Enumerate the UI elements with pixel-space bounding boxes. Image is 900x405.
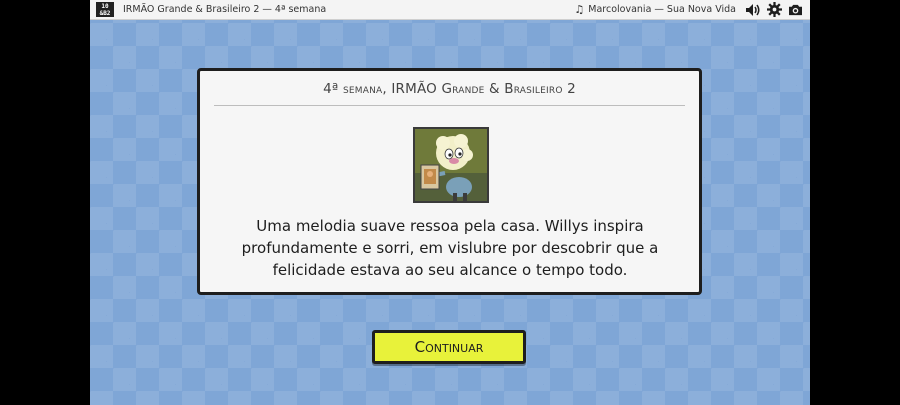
now-playing: ♫ Marcolovania — Sua Nova Vida — [574, 3, 736, 16]
now-playing-title: Marcolovania — Sua Nova Vida — [588, 4, 736, 15]
character-portrait — [413, 127, 489, 203]
divider — [214, 105, 685, 106]
window-title: IRMÃO Grande & Brasileiro 2 — 4ª semana — [123, 4, 327, 15]
game-stage: 10 &B2 IRMÃO Grande & Brasileiro 2 — 4ª … — [90, 0, 810, 405]
volume-icon[interactable] — [744, 1, 762, 19]
dialog-title: 4ª semana, IRMÃO Grande & Brasileiro 2 — [323, 81, 576, 97]
gear-icon[interactable] — [765, 1, 783, 19]
top-bar: 10 &B2 IRMÃO Grande & Brasileiro 2 — 4ª … — [90, 0, 810, 20]
camera-icon[interactable] — [786, 1, 804, 19]
game-logo: 10 &B2 — [96, 2, 114, 17]
music-note-icon: ♫ — [574, 3, 585, 16]
event-dialog: 4ª semana, IRMÃO Grande & Brasileiro 2 U… — [197, 68, 702, 295]
continue-button[interactable]: Continuar — [372, 330, 526, 364]
dialog-body-text: Uma melodia suave ressoa pela casa. Will… — [241, 217, 659, 279]
